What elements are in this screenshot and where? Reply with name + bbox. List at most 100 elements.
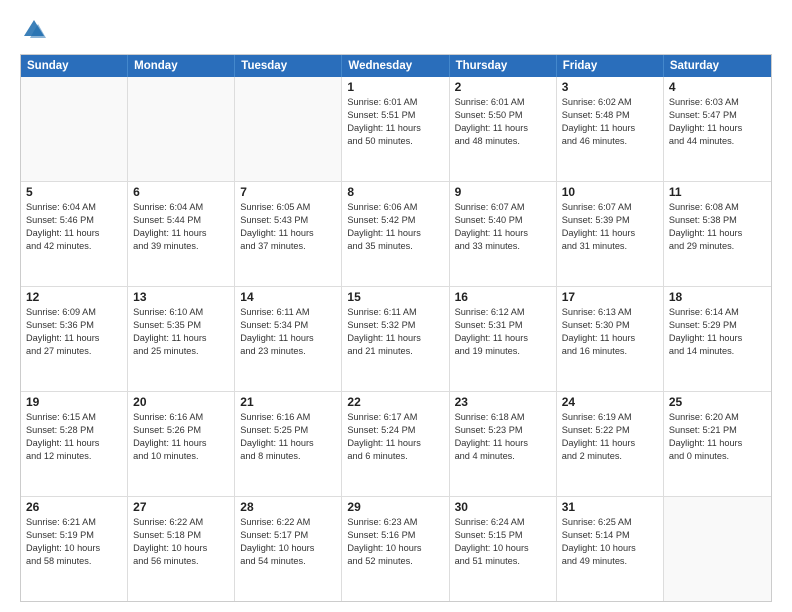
day-number: 12 (26, 290, 122, 304)
day-info: Sunrise: 6:09 AM Sunset: 5:36 PM Dayligh… (26, 306, 122, 358)
day-number: 5 (26, 185, 122, 199)
day-number: 11 (669, 185, 766, 199)
calendar-week-1: 1 Sunrise: 6:01 AM Sunset: 5:51 PM Daylig… (21, 77, 771, 182)
day-header-sunday: Sunday (21, 55, 128, 77)
day-header-saturday: Saturday (664, 55, 771, 77)
day-cell-21: 21 Sunrise: 6:16 AM Sunset: 5:25 PM Dayli… (235, 392, 342, 496)
day-info: Sunrise: 6:07 AM Sunset: 5:39 PM Dayligh… (562, 201, 658, 253)
day-info: Sunrise: 6:01 AM Sunset: 5:50 PM Dayligh… (455, 96, 551, 148)
day-cell-31: 31Sunrise: 6:25 AM Sunset: 5:14 PM Dayli… (557, 497, 664, 601)
day-number: 30 (455, 500, 551, 514)
day-number: 1 (347, 80, 443, 94)
day-cell-28: 28 Sunrise: 6:22 AM Sunset: 5:17 PM Dayli… (235, 497, 342, 601)
day-number: 8 (347, 185, 443, 199)
day-number: 17 (562, 290, 658, 304)
empty-cell (21, 77, 128, 181)
day-cell-10: 10 Sunrise: 6:07 AM Sunset: 5:39 PM Dayli… (557, 182, 664, 286)
day-header-monday: Monday (128, 55, 235, 77)
day-info: Sunrise: 6:11 AM Sunset: 5:34 PM Dayligh… (240, 306, 336, 358)
day-cell-14: 14 Sunrise: 6:11 AM Sunset: 5:34 PM Dayli… (235, 287, 342, 391)
day-cell-1: 1 Sunrise: 6:01 AM Sunset: 5:51 PM Daylig… (342, 77, 449, 181)
day-number: 28 (240, 500, 336, 514)
day-number: 27 (133, 500, 229, 514)
day-info: Sunrise: 6:08 AM Sunset: 5:38 PM Dayligh… (669, 201, 766, 253)
day-info: Sunrise: 6:18 AM Sunset: 5:23 PM Dayligh… (455, 411, 551, 463)
day-number: 9 (455, 185, 551, 199)
day-number: 7 (240, 185, 336, 199)
day-number: 19 (26, 395, 122, 409)
day-info: Sunrise: 6:05 AM Sunset: 5:43 PM Dayligh… (240, 201, 336, 253)
empty-cell (235, 77, 342, 181)
day-info: Sunrise: 6:13 AM Sunset: 5:30 PM Dayligh… (562, 306, 658, 358)
day-info: Sunrise: 6:01 AM Sunset: 5:51 PM Dayligh… (347, 96, 443, 148)
day-cell-27: 27Sunrise: 6:22 AM Sunset: 5:18 PM Dayli… (128, 497, 235, 601)
day-number: 18 (669, 290, 766, 304)
day-number: 22 (347, 395, 443, 409)
day-number: 23 (455, 395, 551, 409)
day-info: Sunrise: 6:19 AM Sunset: 5:22 PM Dayligh… (562, 411, 658, 463)
day-header-wednesday: Wednesday (342, 55, 449, 77)
day-info: Sunrise: 6:24 AM Sunset: 5:15 PM Dayligh… (455, 516, 551, 568)
day-cell-9: 9 Sunrise: 6:07 AM Sunset: 5:40 PM Daylig… (450, 182, 557, 286)
day-info: Sunrise: 6:25 AM Sunset: 5:14 PM Dayligh… (562, 516, 658, 568)
day-number: 3 (562, 80, 658, 94)
day-number: 20 (133, 395, 229, 409)
day-number: 6 (133, 185, 229, 199)
day-cell-23: 23 Sunrise: 6:18 AM Sunset: 5:23 PM Dayli… (450, 392, 557, 496)
day-cell-18: 18 Sunrise: 6:14 AM Sunset: 5:29 PM Dayli… (664, 287, 771, 391)
day-info: Sunrise: 6:22 AM Sunset: 5:17 PM Dayligh… (240, 516, 336, 568)
calendar-header: SundayMondayTuesdayWednesdayThursdayFrid… (21, 55, 771, 77)
day-number: 13 (133, 290, 229, 304)
page: SundayMondayTuesdayWednesdayThursdayFrid… (0, 0, 792, 612)
day-info: Sunrise: 6:20 AM Sunset: 5:21 PM Dayligh… (669, 411, 766, 463)
day-cell-26: 26Sunrise: 6:21 AM Sunset: 5:19 PM Dayli… (21, 497, 128, 601)
day-number: 24 (562, 395, 658, 409)
day-cell-30: 30 Sunrise: 6:24 AM Sunset: 5:15 PM Dayli… (450, 497, 557, 601)
day-cell-16: 16Sunrise: 6:12 AM Sunset: 5:31 PM Dayli… (450, 287, 557, 391)
day-header-thursday: Thursday (450, 55, 557, 77)
day-info: Sunrise: 6:02 AM Sunset: 5:48 PM Dayligh… (562, 96, 658, 148)
day-number: 4 (669, 80, 766, 94)
day-info: Sunrise: 6:04 AM Sunset: 5:46 PM Dayligh… (26, 201, 122, 253)
day-number: 21 (240, 395, 336, 409)
day-cell-7: 7 Sunrise: 6:05 AM Sunset: 5:43 PM Daylig… (235, 182, 342, 286)
day-cell-6: 6Sunrise: 6:04 AM Sunset: 5:44 PM Daylig… (128, 182, 235, 286)
day-info: Sunrise: 6:21 AM Sunset: 5:19 PM Dayligh… (26, 516, 122, 568)
day-cell-2: 2 Sunrise: 6:01 AM Sunset: 5:50 PM Daylig… (450, 77, 557, 181)
day-number: 2 (455, 80, 551, 94)
day-cell-25: 25Sunrise: 6:20 AM Sunset: 5:21 PM Dayli… (664, 392, 771, 496)
day-number: 10 (562, 185, 658, 199)
day-info: Sunrise: 6:15 AM Sunset: 5:28 PM Dayligh… (26, 411, 122, 463)
calendar-week-2: 5 Sunrise: 6:04 AM Sunset: 5:46 PM Daylig… (21, 182, 771, 287)
calendar-week-4: 19 Sunrise: 6:15 AM Sunset: 5:28 PM Dayli… (21, 392, 771, 497)
day-info: Sunrise: 6:23 AM Sunset: 5:16 PM Dayligh… (347, 516, 443, 568)
day-cell-13: 13 Sunrise: 6:10 AM Sunset: 5:35 PM Dayli… (128, 287, 235, 391)
day-info: Sunrise: 6:14 AM Sunset: 5:29 PM Dayligh… (669, 306, 766, 358)
day-info: Sunrise: 6:17 AM Sunset: 5:24 PM Dayligh… (347, 411, 443, 463)
empty-cell (128, 77, 235, 181)
day-cell-12: 12 Sunrise: 6:09 AM Sunset: 5:36 PM Dayli… (21, 287, 128, 391)
day-info: Sunrise: 6:16 AM Sunset: 5:26 PM Dayligh… (133, 411, 229, 463)
day-cell-24: 24 Sunrise: 6:19 AM Sunset: 5:22 PM Dayli… (557, 392, 664, 496)
day-info: Sunrise: 6:10 AM Sunset: 5:35 PM Dayligh… (133, 306, 229, 358)
day-header-tuesday: Tuesday (235, 55, 342, 77)
day-info: Sunrise: 6:07 AM Sunset: 5:40 PM Dayligh… (455, 201, 551, 253)
calendar: SundayMondayTuesdayWednesdayThursdayFrid… (20, 54, 772, 602)
empty-cell (664, 497, 771, 601)
day-header-friday: Friday (557, 55, 664, 77)
logo (20, 16, 52, 44)
calendar-body: 1 Sunrise: 6:01 AM Sunset: 5:51 PM Daylig… (21, 77, 771, 601)
calendar-week-5: 26Sunrise: 6:21 AM Sunset: 5:19 PM Dayli… (21, 497, 771, 601)
day-cell-19: 19 Sunrise: 6:15 AM Sunset: 5:28 PM Dayli… (21, 392, 128, 496)
day-number: 14 (240, 290, 336, 304)
day-number: 16 (455, 290, 551, 304)
day-cell-4: 4Sunrise: 6:03 AM Sunset: 5:47 PM Daylig… (664, 77, 771, 181)
header (20, 16, 772, 44)
calendar-week-3: 12 Sunrise: 6:09 AM Sunset: 5:36 PM Dayli… (21, 287, 771, 392)
day-number: 15 (347, 290, 443, 304)
day-cell-17: 17 Sunrise: 6:13 AM Sunset: 5:30 PM Dayli… (557, 287, 664, 391)
day-number: 29 (347, 500, 443, 514)
day-info: Sunrise: 6:16 AM Sunset: 5:25 PM Dayligh… (240, 411, 336, 463)
day-info: Sunrise: 6:11 AM Sunset: 5:32 PM Dayligh… (347, 306, 443, 358)
day-cell-20: 20 Sunrise: 6:16 AM Sunset: 5:26 PM Dayli… (128, 392, 235, 496)
